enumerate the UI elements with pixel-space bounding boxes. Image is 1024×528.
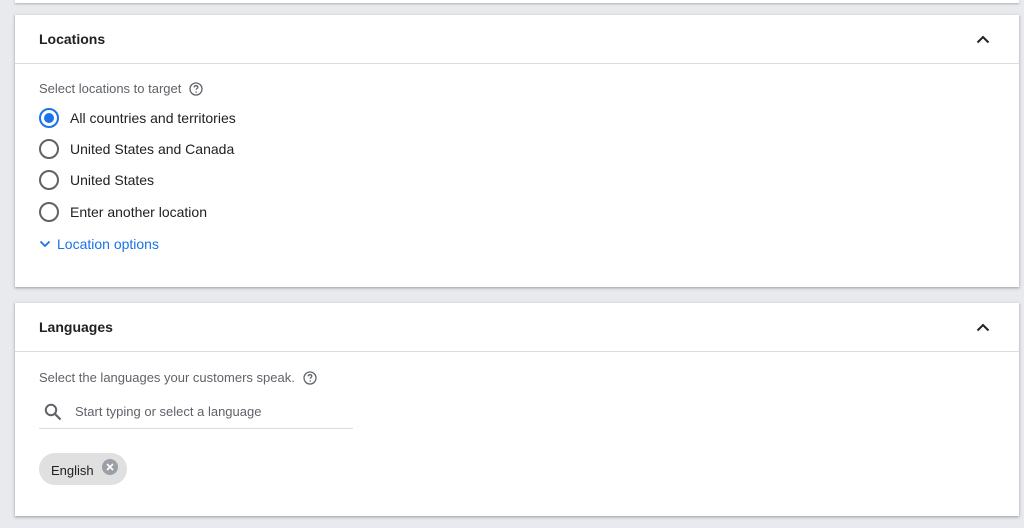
languages-card: Languages Select the languages your cust… <box>15 303 1019 516</box>
locations-section-label: Select locations to target <box>39 81 995 96</box>
help-icon[interactable] <box>189 81 204 96</box>
location-options-label: Location options <box>57 235 159 252</box>
chevron-up-icon <box>976 35 990 43</box>
radio-button-checked[interactable] <box>39 107 59 128</box>
radio-button[interactable] <box>39 201 59 222</box>
locations-radio-group: All countries and territories United Sta… <box>39 102 995 228</box>
languages-section-label: Select the languages your customers spea… <box>39 370 995 385</box>
language-chip-english: English <box>39 453 127 485</box>
locations-collapse-button[interactable] <box>971 27 995 51</box>
help-icon[interactable] <box>303 370 317 385</box>
location-option-label: United States <box>70 172 155 189</box>
languages-header[interactable]: Languages <box>15 303 1019 352</box>
location-option-us[interactable]: United States <box>39 165 995 196</box>
locations-body: Select locations to target All countries… <box>15 81 1019 253</box>
language-search-input[interactable] <box>75 404 325 419</box>
locations-card: Locations Select locations to target All… <box>15 15 1019 287</box>
location-option-all[interactable]: All countries and territories <box>39 102 995 133</box>
languages-collapse-button[interactable] <box>971 315 995 339</box>
radio-button[interactable] <box>39 139 59 160</box>
location-option-other[interactable]: Enter another location <box>39 196 995 227</box>
languages-prompt: Select the languages your customers spea… <box>39 370 295 385</box>
close-circle-icon[interactable] <box>101 459 118 475</box>
location-option-us-canada[interactable]: United States and Canada <box>39 133 995 164</box>
locations-header[interactable]: Locations <box>15 15 1019 64</box>
location-options-toggle[interactable]: Location options <box>39 236 159 252</box>
location-option-label: All countries and territories <box>70 109 236 126</box>
search-icon <box>44 403 62 421</box>
previous-card-edge <box>15 0 1019 3</box>
chevron-up-icon <box>976 323 990 331</box>
radio-button[interactable] <box>39 170 59 191</box>
locations-prompt: Select locations to target <box>39 81 182 96</box>
languages-body: Select the languages your customers spea… <box>15 370 1019 485</box>
location-option-label: Enter another location <box>70 203 207 220</box>
locations-title: Locations <box>39 31 106 47</box>
language-search-field[interactable] <box>39 395 353 429</box>
location-option-label: United States and Canada <box>70 141 235 158</box>
language-chip-label: English <box>51 463 94 478</box>
chevron-down-icon <box>39 240 51 248</box>
languages-title: Languages <box>39 319 113 335</box>
